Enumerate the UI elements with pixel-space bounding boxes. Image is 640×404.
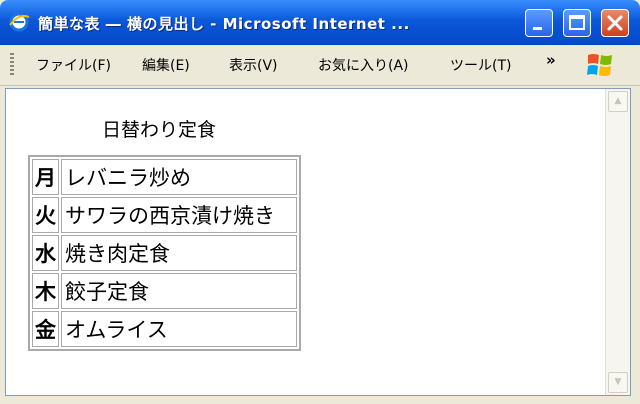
minimize-button[interactable] bbox=[525, 9, 553, 37]
table-row: 木 餃子定食 bbox=[32, 273, 297, 309]
row-header-day: 金 bbox=[32, 311, 59, 347]
title-bar[interactable]: 簡単な表 ― 横の見出し - Microsoft Internet ... bbox=[0, 0, 640, 45]
maximize-icon bbox=[569, 15, 585, 30]
table-row: 火 サワラの西京漬け焼き bbox=[32, 197, 297, 233]
row-header-day: 火 bbox=[32, 197, 59, 233]
menu-overflow-chevron[interactable]: » bbox=[546, 51, 556, 69]
toolbar-grip[interactable] bbox=[10, 53, 14, 77]
table-cell-dish: オムライス bbox=[61, 311, 297, 347]
table-cell-dish: 焼き肉定食 bbox=[61, 235, 297, 271]
table-row: 月 レバニラ炒め bbox=[32, 159, 297, 195]
menu-bar: ファイル(F) 編集(E) 表示(V) お気に入り(A) ツール(T) » bbox=[0, 45, 640, 86]
table-cell-dish: サワラの西京漬け焼き bbox=[61, 197, 297, 233]
browser-window: 簡単な表 ― 横の見出し - Microsoft Internet ... ファ… bbox=[0, 0, 640, 404]
arrow-up-icon: ▲ bbox=[614, 96, 622, 106]
windows-logo-icon bbox=[587, 54, 612, 76]
table-cell-dish: 餃子定食 bbox=[61, 273, 297, 309]
row-header-day: 月 bbox=[32, 159, 59, 195]
menu-tools[interactable]: ツール(T) bbox=[450, 55, 511, 75]
maximize-button[interactable] bbox=[563, 9, 591, 37]
internet-explorer-icon bbox=[9, 12, 30, 32]
window-title: 簡単な表 ― 横の見出し - Microsoft Internet ... bbox=[38, 15, 410, 33]
scroll-down-button[interactable]: ▼ bbox=[608, 372, 628, 393]
page-content: 日替わり定食 月 レバニラ炒め 火 サワラの西京漬け焼き 水 焼き肉定食 木 餃… bbox=[5, 88, 631, 396]
vertical-scrollbar[interactable]: ▲ ▼ bbox=[605, 89, 630, 395]
table-row: 水 焼き肉定食 bbox=[32, 235, 297, 271]
table-cell-dish: レバニラ炒め bbox=[61, 159, 297, 195]
minimize-icon bbox=[533, 27, 542, 30]
menu-edit[interactable]: 編集(E) bbox=[142, 55, 190, 75]
menu-view[interactable]: 表示(V) bbox=[229, 55, 278, 75]
close-icon bbox=[607, 15, 623, 31]
menu-file[interactable]: ファイル(F) bbox=[36, 55, 111, 75]
arrow-down-icon: ▼ bbox=[614, 377, 622, 387]
row-header-day: 水 bbox=[32, 235, 59, 271]
table-row: 金 オムライス bbox=[32, 311, 297, 347]
scroll-up-button[interactable]: ▲ bbox=[608, 91, 628, 112]
daily-menu-table: 月 レバニラ炒め 火 サワラの西京漬け焼き 水 焼き肉定食 木 餃子定食 金 オ… bbox=[28, 155, 301, 351]
row-header-day: 木 bbox=[32, 273, 59, 309]
table-caption: 日替わり定食 bbox=[102, 119, 217, 141]
menu-favorites[interactable]: お気に入り(A) bbox=[318, 55, 409, 75]
close-button[interactable] bbox=[601, 9, 629, 37]
